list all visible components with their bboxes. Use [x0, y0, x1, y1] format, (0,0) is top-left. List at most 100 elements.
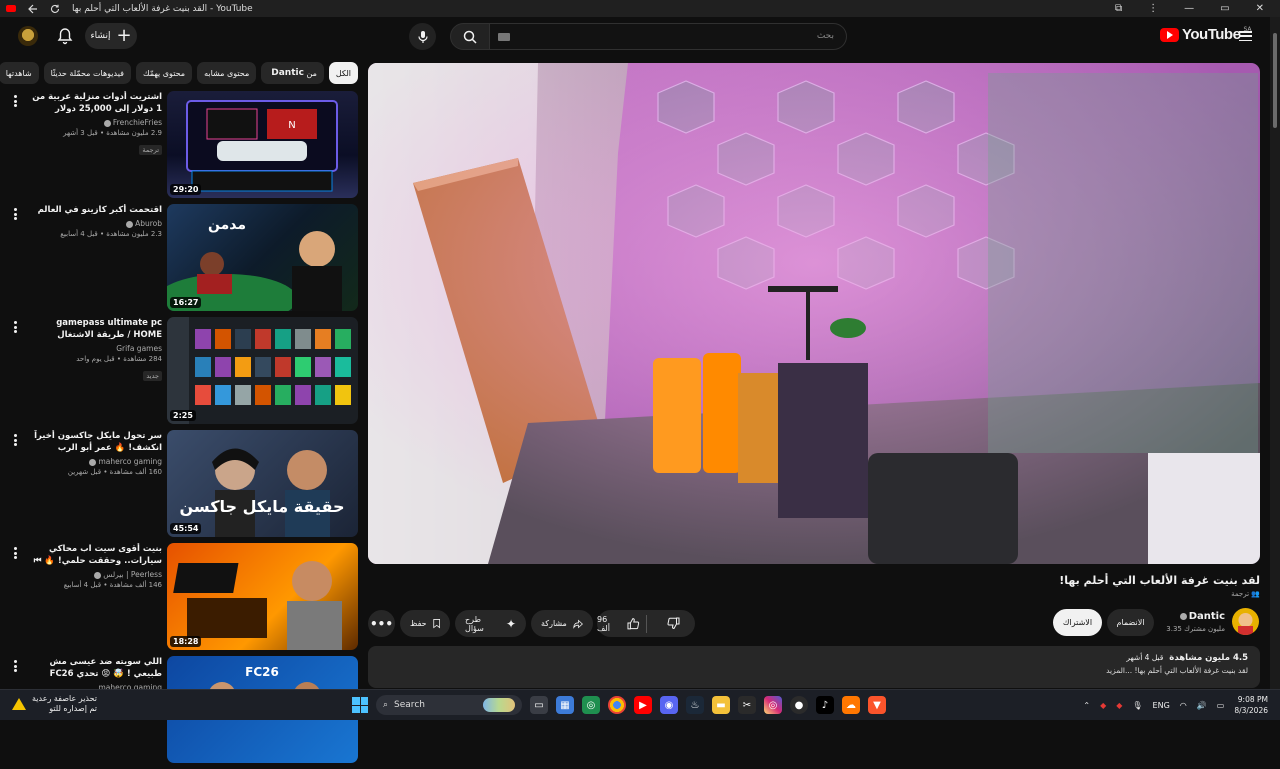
- more-options-icon[interactable]: [13, 434, 17, 446]
- task-view-icon[interactable]: ▭: [530, 696, 548, 714]
- more-options-icon[interactable]: [13, 547, 17, 559]
- chrome-icon[interactable]: [608, 696, 626, 714]
- battery-icon[interactable]: ▭: [1217, 701, 1225, 710]
- video-thumbnail[interactable]: N 29:20: [167, 91, 358, 198]
- save-button[interactable]: حفظ: [400, 610, 450, 637]
- notifications-bell-icon[interactable]: [57, 27, 73, 45]
- brave-icon[interactable]: ▼: [868, 696, 886, 714]
- video-thumbnail[interactable]: 18:28: [167, 543, 358, 650]
- channel-name[interactable]: Aburob: [28, 219, 162, 228]
- description-box[interactable]: 4.5 مليون مشاهدة قبل 4 أشهر لقد بنيت غرف…: [368, 646, 1260, 688]
- video-title[interactable]: اقتحمت أكبر كازينو في العالم: [28, 204, 162, 216]
- share-button[interactable]: مشاركة: [531, 610, 593, 637]
- video-title[interactable]: اللي سويته ضد عيسى مش طبيعي ! 🤯 😡 تحدي F…: [28, 656, 162, 680]
- list-item[interactable]: حقيقة مايكل جاكسن 45:54 سر تحول مايكل جا…: [10, 430, 358, 543]
- language-indicator[interactable]: ENG: [1153, 701, 1170, 710]
- subscribe-button[interactable]: الاشتراك: [1053, 609, 1102, 636]
- bookmark-icon: [432, 619, 440, 629]
- more-actions-icon[interactable]: •••: [368, 610, 395, 637]
- more-options-icon[interactable]: [13, 660, 17, 672]
- scrollbar-thumb[interactable]: [1273, 33, 1277, 128]
- page-scrollbar[interactable]: [1270, 17, 1280, 690]
- chip-related[interactable]: محتوى مشابه: [197, 62, 257, 84]
- channel-name[interactable]: Dantic: [1178, 611, 1225, 622]
- xbox-icon[interactable]: ◎: [582, 696, 600, 714]
- instagram-icon[interactable]: ◎: [764, 696, 782, 714]
- list-item[interactable]: 18:28 بنيت أقوى سيت اب محاكي سيارات.. وح…: [10, 543, 358, 656]
- tiktok-icon[interactable]: ♪: [816, 696, 834, 714]
- video-thumbnail[interactable]: 2:25: [167, 317, 358, 424]
- list-item[interactable]: N 29:20 اشتريت أدوات منزلية عربية من 1 د…: [10, 91, 358, 204]
- back-icon[interactable]: [28, 4, 38, 14]
- tray-app-icon[interactable]: ◆: [1116, 701, 1122, 710]
- chip-all[interactable]: الكل: [328, 62, 358, 84]
- youtube-logo[interactable]: YouTube SA: [1160, 26, 1251, 43]
- list-item[interactable]: 2:25 gamepass ultimate pc HOME / طريقة ا…: [10, 317, 358, 430]
- plus-icon: +: [116, 25, 132, 46]
- chip-watched[interactable]: شاهدتها: [0, 62, 39, 84]
- search-button[interactable]: [450, 23, 490, 50]
- soundcloud-icon[interactable]: ☁: [842, 696, 860, 714]
- file-explorer-icon[interactable]: ▬: [712, 696, 730, 714]
- tray-app-icon[interactable]: ◆: [1100, 701, 1106, 710]
- taskbar-search[interactable]: ⌕ Search: [376, 695, 522, 715]
- menu-dots-icon[interactable]: ⋮: [1148, 3, 1158, 14]
- show-more-link[interactable]: ...المزيد: [1106, 666, 1132, 675]
- search-input[interactable]: بحث: [490, 23, 847, 50]
- tray-mic-icon[interactable]: 🎙: [1132, 701, 1142, 710]
- tray-chevron-icon[interactable]: ⌃: [1083, 701, 1090, 710]
- keyboard-icon[interactable]: [498, 33, 510, 41]
- more-options-icon[interactable]: [13, 321, 17, 333]
- video-player[interactable]: [368, 63, 1260, 564]
- close-button[interactable]: ✕: [1256, 3, 1264, 14]
- channel-name-text: maherco gaming: [98, 457, 162, 466]
- video-title[interactable]: اشتريت أدوات منزلية عربية من 1 دولار إلى…: [28, 91, 162, 115]
- join-button[interactable]: الانضمام: [1107, 609, 1154, 636]
- obs-icon[interactable]: ●: [790, 696, 808, 714]
- cc-badge: ترجمة: [139, 145, 162, 155]
- account-avatar[interactable]: [18, 26, 38, 46]
- capcut-icon[interactable]: ✂: [738, 696, 756, 714]
- chip-from-channel[interactable]: من Dantic: [261, 62, 324, 84]
- store-icon[interactable]: ▦: [556, 696, 574, 714]
- taskbar-clock[interactable]: 9:08 PM 8/3/2026: [1234, 694, 1268, 716]
- channel-name[interactable]: Grifa games: [28, 344, 162, 353]
- steam-icon[interactable]: ♨: [686, 696, 704, 714]
- ask-button[interactable]: طرح سؤال ✦: [455, 610, 526, 637]
- like-button[interactable]: 96 ألف: [597, 610, 640, 637]
- description-text: لقد بنيت غرفة الألعاب التي أحلم بها! ...…: [380, 666, 1248, 675]
- weather-widget[interactable]: تحذير عاصفة رعدية تم إصداره للتو: [12, 694, 97, 714]
- minimize-button[interactable]: —: [1184, 3, 1194, 14]
- video-thumbnail[interactable]: حقيقة مايكل جاكسن 45:54: [167, 430, 358, 537]
- video-meta: 146 ألف مشاهدة • قبل 4 أسابيع: [63, 581, 162, 589]
- create-button[interactable]: إنشاء +: [85, 23, 137, 49]
- reload-icon[interactable]: [50, 4, 60, 14]
- hamburger-menu-icon[interactable]: [1239, 31, 1252, 41]
- video-title[interactable]: بنيت أقوى سيت اب محاكي سيارات.. وحققت حل…: [28, 543, 162, 567]
- window-titlebar: القد بنيت غرفة الألعاب التي أحلم بها - Y…: [0, 0, 1280, 17]
- video-thumbnail[interactable]: مدمن 16:27: [167, 204, 358, 311]
- chip-recently-uploaded[interactable]: فيديوهات محمّلة حديثًا: [43, 62, 131, 84]
- restore-button[interactable]: ▭: [1220, 3, 1229, 14]
- chip-for-you[interactable]: محتوى يهمّك: [135, 62, 193, 84]
- volume-icon[interactable]: 🔊: [1197, 701, 1207, 710]
- channel-name[interactable]: FrenchieFries: [28, 118, 162, 127]
- extensions-icon[interactable]: ⧉: [1115, 3, 1122, 14]
- voice-search-button[interactable]: [409, 23, 436, 50]
- people-icon: 👥: [1251, 590, 1260, 598]
- wifi-icon[interactable]: ◠: [1180, 701, 1187, 710]
- video-title[interactable]: سر تحول مايكل جاكسون أخيراً انكشف! 🔥 عمر…: [28, 430, 162, 454]
- more-options-icon[interactable]: [13, 208, 17, 220]
- thumbs-down-icon: [667, 617, 680, 630]
- windows-start-icon[interactable]: [352, 697, 368, 713]
- more-options-icon[interactable]: [13, 95, 17, 107]
- video-title[interactable]: gamepass ultimate pc HOME / طريقة الاشتغ…: [28, 317, 162, 341]
- channel-avatar[interactable]: [1232, 608, 1259, 635]
- channel-name[interactable]: maherco gaming: [28, 457, 162, 466]
- masthead: إنشاء + بحث YouTube SA: [0, 17, 1280, 55]
- youtube-app-icon[interactable]: ▶: [634, 696, 652, 714]
- discord-icon[interactable]: ◉: [660, 696, 678, 714]
- channel-name[interactable]: Peerless | بيرلس: [28, 570, 162, 579]
- dislike-button[interactable]: [652, 610, 695, 637]
- list-item[interactable]: مدمن 16:27 اقتحمت أكبر كازينو في العالم …: [10, 204, 358, 317]
